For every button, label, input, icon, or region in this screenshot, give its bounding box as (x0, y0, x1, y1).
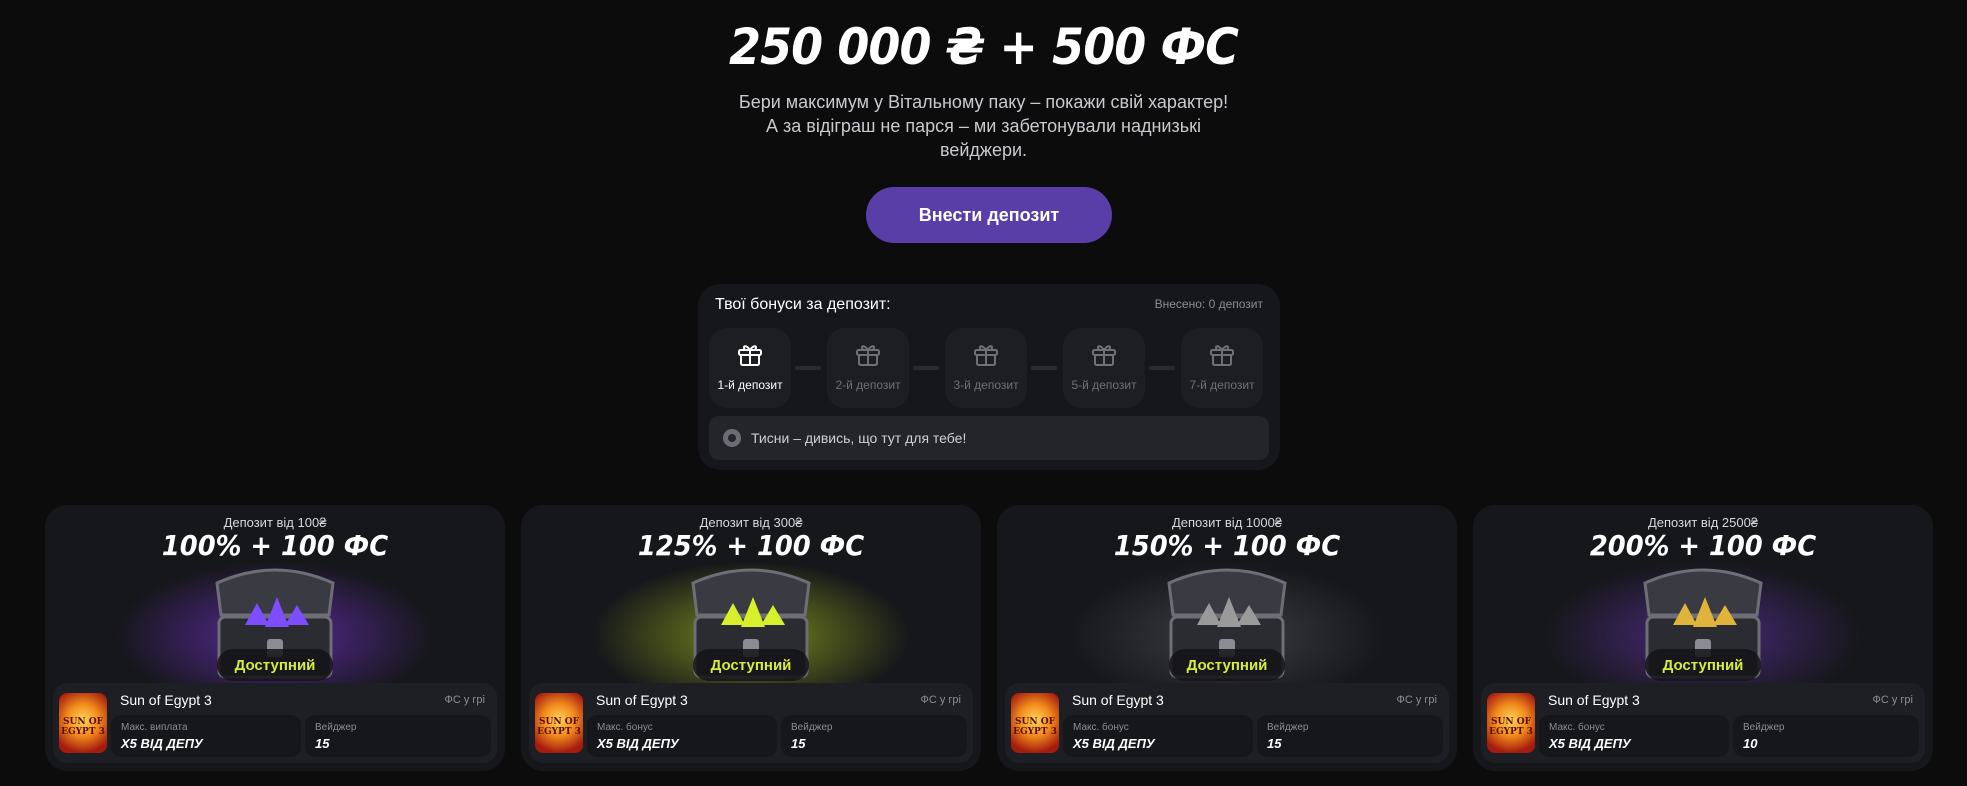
game-thumbnail-text: SUN OF EGYPT 3 (61, 717, 105, 737)
deposit-step-label: 1-й депозит (717, 378, 783, 392)
deposit-step-3[interactable]: 3-й депозит (945, 328, 1027, 408)
deposit-from-label: Депозит від 100₴ (223, 515, 327, 530)
max-payout-box: Макс. виплата X5 ВІД ДЕПУ (111, 715, 301, 757)
info-icon (723, 429, 741, 447)
wager-box: Вейджер 15 (305, 715, 491, 757)
deposit-from-label: Депозит від 1000₴ (1171, 515, 1283, 530)
game-name: Sun of Egypt 3 (1548, 692, 1640, 708)
bonus-hint-button[interactable]: Тисни – дивись, що тут для тебе! (709, 416, 1269, 460)
wager-value: 15 (791, 736, 806, 751)
status-badge: Доступний (1645, 649, 1761, 681)
gift-icon (1208, 340, 1236, 368)
deposit-step-4[interactable]: 5-й депозит (1063, 328, 1145, 408)
status-badge: Доступний (693, 649, 809, 681)
deposit-step-label: 3-й депозит (953, 378, 1019, 392)
fs-in-game-label: ФС у грі (444, 694, 486, 706)
max-payout-box: Макс. бонус X5 ВІД ДЕПУ (587, 715, 777, 757)
wager-value: 15 (315, 736, 330, 751)
max-payout-box: Макс. бонус X5 ВІД ДЕПУ (1063, 715, 1253, 757)
step-connector (1031, 366, 1057, 370)
wager-label: Вейджер (315, 722, 357, 733)
game-thumbnail[interactable]: SUN OF EGYPT 3 (535, 693, 583, 753)
make-deposit-button[interactable]: Внести депозит (866, 187, 1112, 243)
deposit-step-5[interactable]: 7-й депозит (1181, 328, 1263, 408)
status-badge: Доступний (217, 649, 333, 681)
game-info: SUN OF EGYPT 3 Sun of Egypt 3 ФС у грі Макс… (1005, 683, 1449, 763)
wager-box: Вейджер 15 (1257, 715, 1443, 757)
deposit-step-label: 5-й депозит (1071, 378, 1137, 392)
max-payout-label: Макс. бонус (1073, 722, 1129, 733)
wager-label: Вейджер (1267, 722, 1309, 733)
wager-label: Вейджер (791, 722, 833, 733)
gift-icon (854, 340, 882, 368)
bonus-card[interactable]: Депозит від 100₴ 100% + 100 ФС Доступний SU… (45, 505, 505, 771)
max-payout-value: X5 ВІД ДЕПУ (1549, 736, 1631, 751)
wager-value: 15 (1267, 736, 1282, 751)
gift-icon (736, 340, 764, 368)
fs-in-game-label: ФС у грі (1396, 694, 1438, 706)
gift-icon (972, 340, 1000, 368)
deposit-step-label: 2-й депозит (835, 378, 901, 392)
offer-title: 200% + 100 ФС (1589, 529, 1817, 562)
max-payout-value: X5 ВІД ДЕПУ (1073, 736, 1155, 751)
gift-icon (1090, 340, 1118, 368)
wager-value: 10 (1743, 736, 1758, 751)
game-name: Sun of Egypt 3 (1072, 692, 1164, 708)
step-connector (795, 366, 821, 370)
max-payout-label: Макс. бонус (1549, 722, 1605, 733)
hero-subtitle-line: Бери максимум у Вітальному паку – покажи… (738, 92, 1229, 112)
offer-title: 100% + 100 ФС (161, 529, 389, 562)
offer-title: 150% + 100 ФС (1113, 529, 1341, 562)
game-thumbnail[interactable]: SUN OF EGYPT 3 (1487, 693, 1535, 753)
promo-page: 250 000 ₴ + 500 ФС Бери максимум у Вітал… (0, 0, 1967, 786)
game-info: SUN OF EGYPT 3 Sun of Egypt 3 ФС у грі Макс… (53, 683, 497, 763)
game-thumbnail[interactable]: SUN OF EGYPT 3 (1011, 693, 1059, 753)
deposit-from-label: Депозит від 300₴ (699, 515, 803, 530)
hero-title: 250 000 ₴ + 500 ФС (728, 18, 1239, 76)
bonus-card[interactable]: Депозит від 1000₴ 150% + 100 ФС Доступний S… (997, 505, 1457, 771)
deposit-step-1[interactable]: 1-й депозит (709, 328, 791, 408)
step-connector (913, 366, 939, 370)
game-thumbnail-text: SUN OF EGYPT 3 (1489, 717, 1533, 737)
wager-box: Вейджер 15 (781, 715, 967, 757)
wager-box: Вейджер 10 (1733, 715, 1919, 757)
deposit-counter: Внесено: 0 депозит (1154, 297, 1263, 311)
hero-subtitle: Бери максимум у Вітальному паку – покажи… (0, 90, 1967, 162)
hero-subtitle-line: вейджери. (939, 140, 1028, 160)
game-thumbnail[interactable]: SUN OF EGYPT 3 (59, 693, 107, 753)
max-payout-value: X5 ВІД ДЕПУ (121, 736, 203, 751)
game-thumbnail-text: SUN OF EGYPT 3 (537, 717, 581, 737)
fs-in-game-label: ФС у грі (920, 694, 962, 706)
bonus-panel-title: Твої бонуси за депозит: (715, 296, 891, 313)
game-name: Sun of Egypt 3 (596, 692, 688, 708)
game-thumbnail-text: SUN OF EGYPT 3 (1013, 717, 1057, 737)
offer-title: 125% + 100 ФС (637, 529, 865, 562)
deposit-from-label: Депозит від 2500₴ (1647, 515, 1759, 530)
step-connector (1149, 366, 1175, 370)
bonus-card[interactable]: Депозит від 300₴ 125% + 100 ФС Доступний SU… (521, 505, 981, 771)
wager-label: Вейджер (1743, 722, 1785, 733)
deposit-step-label: 7-й депозит (1189, 378, 1255, 392)
fs-in-game-label: ФС у грі (1872, 694, 1914, 706)
game-info: SUN OF EGYPT 3 Sun of Egypt 3 ФС у грі Макс… (1481, 683, 1925, 763)
bonus-hint-text: Тисни – дивись, що тут для тебе! (751, 430, 967, 446)
bonus-card[interactable]: Депозит від 2500₴ 200% + 100 ФС Доступний S… (1473, 505, 1933, 771)
game-name: Sun of Egypt 3 (120, 692, 212, 708)
deposit-step-2[interactable]: 2-й депозит (827, 328, 909, 408)
deposit-bonus-panel: Твої бонуси за депозит: Внесено: 0 депоз… (698, 284, 1280, 470)
deposit-steps: 1-й депозит 2-й депозит 3-й депозит 5-й деп… (709, 328, 1269, 408)
status-badge: Доступний (1169, 649, 1285, 681)
hero-subtitle-line: А за відіграш не парся – ми забетонували… (766, 116, 1201, 136)
game-info: SUN OF EGYPT 3 Sun of Egypt 3 ФС у грі Макс… (529, 683, 973, 763)
max-payout-box: Макс. бонус X5 ВІД ДЕПУ (1539, 715, 1729, 757)
max-payout-label: Макс. виплата (121, 722, 188, 733)
max-payout-value: X5 ВІД ДЕПУ (597, 736, 679, 751)
max-payout-label: Макс. бонус (597, 722, 653, 733)
